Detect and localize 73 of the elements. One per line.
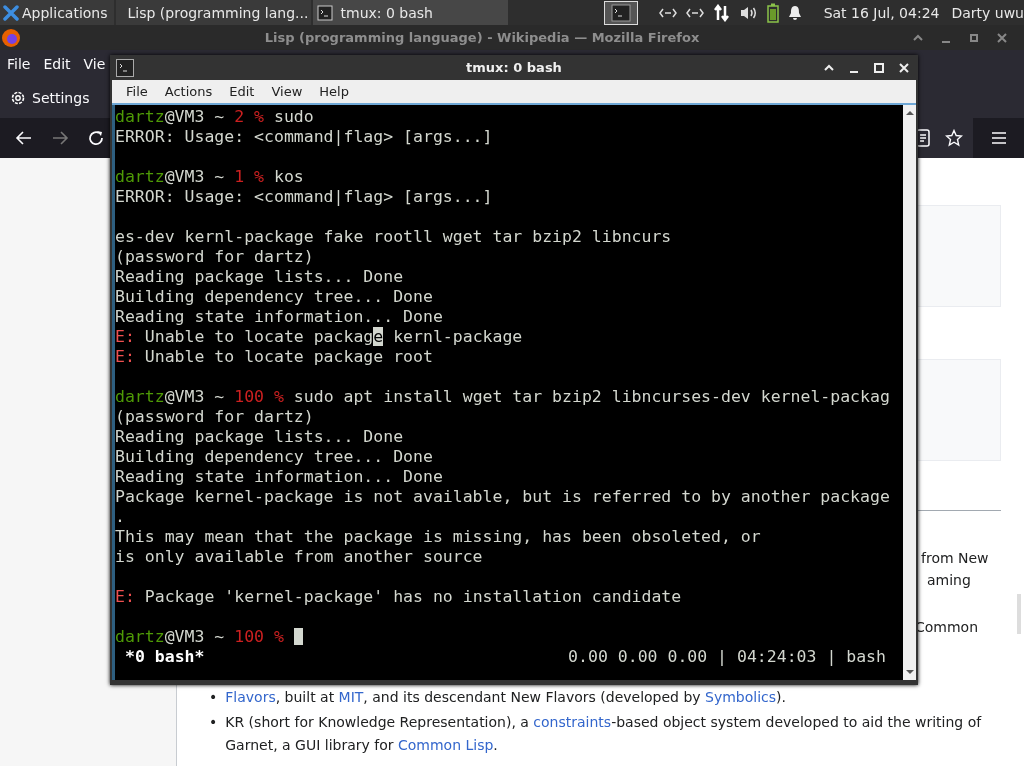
transfer-arrows-icon[interactable] bbox=[712, 3, 731, 22]
terminal-line: Reading state information... Done bbox=[115, 467, 444, 487]
terminal-line: Reading state information... Done bbox=[115, 307, 444, 327]
menu-item[interactable]: Actions bbox=[164, 84, 213, 99]
window-title: Lisp (programming language) - Wikipedia — Mozilla Firefox bbox=[263, 30, 701, 45]
maximize-icon[interactable] bbox=[873, 61, 885, 74]
list-item-text: Flavors, built at MIT, and its descendant New Flavors (developed by Symbolics). bbox=[225, 688, 788, 707]
x-logo-icon bbox=[3, 4, 19, 21]
terminal-line: dartz@VM3 ~ 100 % bbox=[115, 627, 903, 647]
network-icon[interactable] bbox=[685, 6, 704, 19]
terminal-icon bbox=[116, 58, 134, 77]
terminal-line: ERROR: Usage: <command|flag> [args...] bbox=[115, 127, 494, 147]
terminal-line: (password for dartz) bbox=[115, 407, 315, 427]
settings-icon bbox=[10, 90, 26, 106]
link[interactable]: Symbolics bbox=[705, 689, 777, 705]
reader-view-icon[interactable] bbox=[915, 129, 931, 147]
scrollbar[interactable] bbox=[903, 105, 916, 680]
link[interactable]: Common Lisp bbox=[398, 737, 494, 753]
tmux-status-text: 0.00 0.00 0.00 | 04:24:03 | bash bbox=[568, 647, 886, 667]
terminal-line: es-dev kernl-package fake rootll wget tar bzip2 libncurs bbox=[115, 227, 673, 247]
terminal-line: . bbox=[115, 507, 126, 527]
link[interactable]: Flavors bbox=[225, 689, 276, 705]
terminal-line: Building dependency tree... Done bbox=[115, 287, 434, 307]
terminal-line: is only available from another source bbox=[115, 547, 484, 567]
back-icon[interactable] bbox=[15, 129, 33, 147]
terminal-icon bbox=[316, 4, 333, 21]
terminal-line: dartz@VM3 ~ 1 % kos bbox=[115, 167, 305, 187]
menu-item[interactable]: View bbox=[271, 84, 303, 99]
tmux-window-tab[interactable]: *0 bash* bbox=[125, 647, 205, 667]
menu-item[interactable]: Edit bbox=[43, 56, 71, 72]
terminal-line: E: Package 'kernel-package' has no installation candidate bbox=[115, 587, 683, 607]
scrollbar-thumb[interactable] bbox=[1017, 594, 1021, 634]
settings-button[interactable]: Settings bbox=[10, 90, 90, 106]
terminal-icon[interactable] bbox=[603, 0, 638, 25]
firefox-logo-icon bbox=[1, 27, 21, 48]
terminal-line: ERROR: Usage: <command|flag> [args...] bbox=[115, 187, 494, 207]
menu-icon[interactable] bbox=[991, 131, 1007, 145]
terminal-line: Reading package lists... Done bbox=[115, 267, 405, 287]
forward-icon[interactable] bbox=[51, 129, 69, 147]
taskbar-button[interactable]: Lisp (programming lang... bbox=[115, 0, 311, 25]
terminal-line: dartz@VM3 ~ 2 % sudo bbox=[115, 107, 315, 127]
bell-icon[interactable] bbox=[787, 4, 802, 21]
user-name[interactable]: Darty uwu bbox=[951, 4, 1024, 21]
link[interactable]: constraints bbox=[533, 714, 612, 730]
terminal-line: (password for dartz) bbox=[115, 247, 315, 267]
list-item-text: KR (short for Knowledge Representation), a constraints-based object system developed to aid the writing of Garnet, a GUI library for Common Lisp. bbox=[225, 713, 983, 755]
battery-icon[interactable] bbox=[766, 2, 779, 23]
volume-icon[interactable] bbox=[739, 4, 758, 21]
applications-menu[interactable]: Applications bbox=[0, 0, 114, 25]
taskbar-button[interactable]: tmux: 0 bash bbox=[312, 0, 508, 25]
menu-item[interactable]: Vie bbox=[83, 56, 106, 72]
terminal-line: E: Unable to locate package root bbox=[115, 347, 434, 367]
body-text: aming bbox=[927, 572, 971, 588]
scroll-down-icon[interactable] bbox=[904, 668, 915, 676]
clock[interactable]: Sat 16 Jul, 04:24 bbox=[823, 4, 940, 21]
bullet-marker: • bbox=[209, 688, 218, 707]
terminal-line: Package kernel-package is not available, but is referred to by another package bbox=[115, 487, 891, 507]
star-icon[interactable] bbox=[945, 129, 963, 147]
terminal-line: E: Unable to locate package kernl-package bbox=[115, 327, 524, 347]
menu-item[interactable]: File bbox=[7, 56, 31, 72]
menu-item[interactable]: File bbox=[126, 84, 148, 99]
link[interactable]: MIT bbox=[338, 689, 364, 705]
menu-item[interactable]: Help bbox=[319, 84, 349, 99]
terminal-line: Reading package lists... Done bbox=[115, 427, 405, 447]
window-title: tmux: 0 bash bbox=[465, 60, 563, 75]
network-icon[interactable] bbox=[658, 6, 677, 19]
reload-icon[interactable] bbox=[87, 129, 105, 147]
body-text: from New bbox=[921, 550, 989, 566]
terminal-line: dartz@VM3 ~ 100 % sudo apt install wget tar bzip2 libncurses-dev kernel-packag bbox=[115, 387, 891, 407]
bullet-marker: • bbox=[209, 713, 218, 732]
menu-item[interactable]: Edit bbox=[229, 84, 255, 99]
terminal-line: This may mean that the package is missing, has been obsoleted, or bbox=[115, 527, 762, 547]
terminal-line: Building dependency tree... Done bbox=[115, 447, 434, 467]
